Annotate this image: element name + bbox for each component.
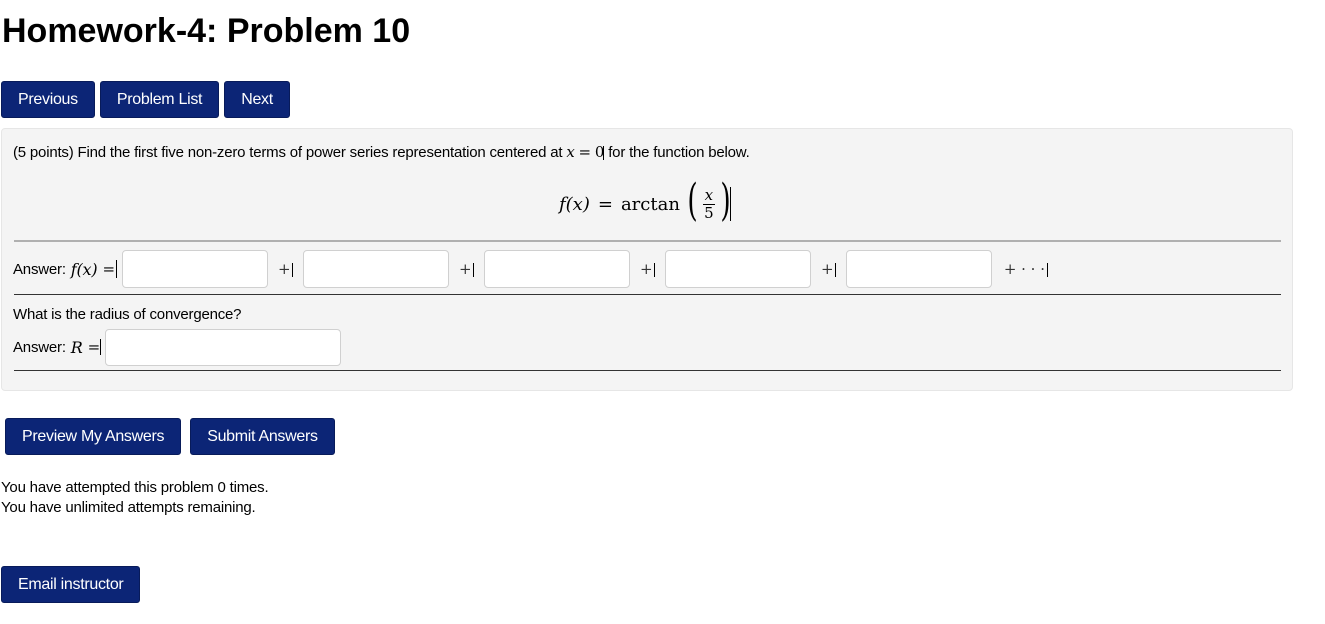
divider [14,370,1281,371]
formula-fraction: x 5 [702,185,716,222]
attempts-status: You have attempted this problem 0 times.… [1,478,269,518]
problem-box: (5 points) Find the first five non-zero … [1,128,1293,391]
answer-label: Answer: [13,260,66,278]
answer-actions: Preview My Answers Submit Answers [5,418,335,455]
radius-question: What is the radius of convergence? [13,306,242,323]
answer-lhs: f(x) [70,259,98,279]
term-3-input[interactable] [483,250,630,288]
radius-row: Answer: R = [13,328,342,366]
answer-cursor [115,260,117,278]
divider [14,294,1281,295]
plus-sign: + [821,260,836,278]
function-formula: f(x) = arctan ( x 5 ) [559,179,731,229]
radius-cursor [100,339,102,355]
term-4-input[interactable] [664,250,811,288]
page: Homework-4: Problem 10 Previous Problem … [0,0,1325,624]
formula-denominator: 5 [704,203,714,222]
term-2-input[interactable] [302,250,449,288]
formula-eq: = [597,193,613,215]
divider [14,240,1281,242]
radius-eq: = [87,338,101,356]
preview-answers-button[interactable]: Preview My Answers [5,418,182,455]
submit-answers-button[interactable]: Submit Answers [190,418,335,455]
problem-text: Find the first five non-zero terms of po… [77,144,563,161]
problem-text-after: for the function below. [608,144,750,161]
problem-statement: (5 points) Find the first five non-zero … [13,143,750,161]
radius-label: Answer: [13,338,66,356]
plus-sign: + [640,260,655,278]
attempts-count: You have attempted this problem 0 times. [1,479,269,496]
term-1-input[interactable] [121,250,268,288]
formula-paren-left: ( [687,175,698,226]
answer-row: Answer: f(x) = + + + + + · · · [13,250,1048,288]
series-tail: + · · · [1004,260,1048,278]
problem-points: (5 points) [13,144,74,161]
problem-list-button[interactable]: Problem List [99,81,220,118]
formula-func: arctan [620,193,680,215]
answer-eq: = [102,260,115,278]
term-5-input[interactable] [845,250,992,288]
attempts-remaining: You have unlimited attempts remaining. [1,499,256,516]
plus-sign: + [459,260,474,278]
radius-var: R [70,337,83,357]
previous-button[interactable]: Previous [1,81,95,118]
plus-sign: + [278,260,293,278]
next-button[interactable]: Next [224,81,290,118]
center-eq: = [578,143,592,161]
center-var: x [566,143,575,161]
formula-paren-right: ) [720,175,731,226]
email-instructor-button[interactable]: Email instructor [1,566,141,603]
formula-numerator: x [702,185,716,205]
text-cursor [603,146,605,161]
problem-nav: Previous Problem List Next [1,81,290,118]
email-section: Email instructor [1,566,141,603]
radius-input[interactable] [105,328,342,366]
formula-lhs: f(x) [559,193,590,215]
page-title: Homework-4: Problem 10 [2,12,411,50]
